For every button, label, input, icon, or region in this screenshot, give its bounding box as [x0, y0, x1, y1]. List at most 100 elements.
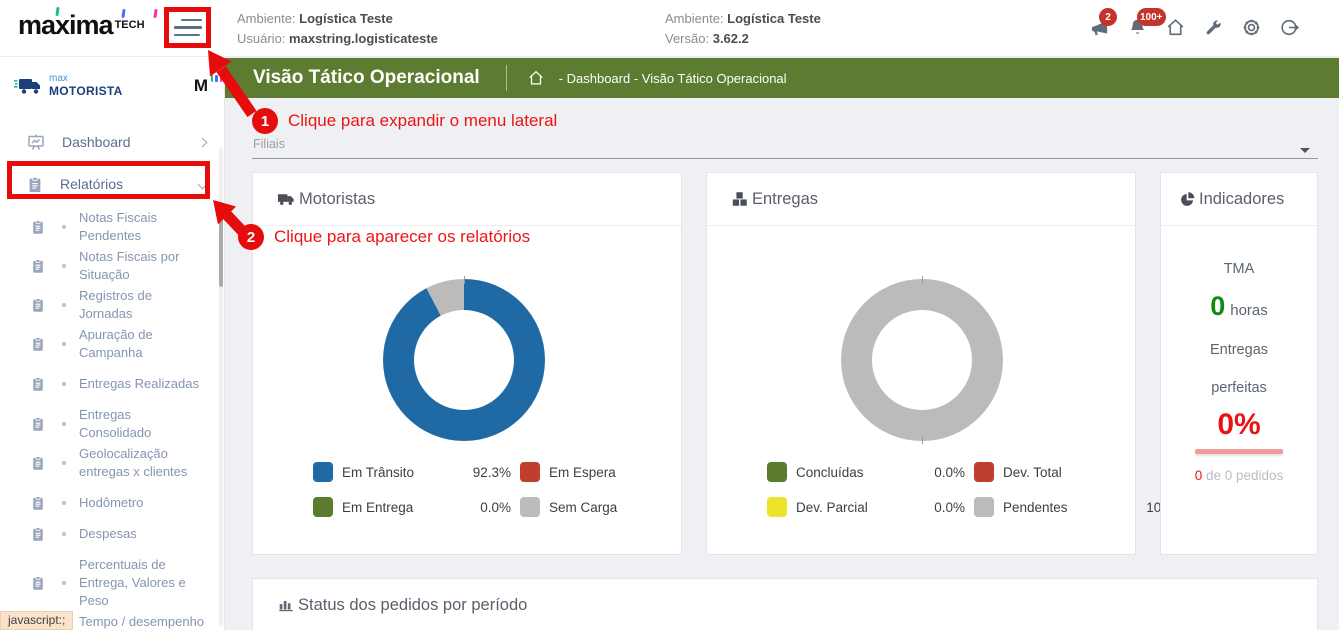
- legend-swatch: [313, 497, 333, 517]
- clipboard-icon: [33, 455, 43, 470]
- home-button[interactable]: [1163, 15, 1188, 40]
- chevron-down-icon: [197, 179, 208, 189]
- clipboard-icon: [33, 376, 43, 391]
- hamburger-menu-icon[interactable]: [173, 18, 202, 37]
- brand-accent-pink: [153, 8, 158, 19]
- entregas-card-header: Entregas: [707, 173, 1135, 226]
- legend-label: Dev. Parcial: [796, 499, 868, 515]
- gear-icon: [1243, 19, 1260, 36]
- versao-value: 3.62.2: [712, 31, 749, 46]
- logout-button[interactable]: [1277, 15, 1302, 40]
- tma-label: TMA: [1223, 261, 1255, 277]
- legend-value: 92.3%: [472, 464, 511, 480]
- legend-label: Em Entrega: [342, 499, 414, 515]
- filiais-select-underline[interactable]: [252, 158, 1318, 159]
- bullet-dot: [62, 381, 66, 386]
- legend-label: Concluídas: [796, 464, 864, 480]
- card-title: Indicadores: [1199, 189, 1285, 208]
- bullet-dot: [62, 224, 66, 229]
- versao-label: Versão:: [665, 31, 710, 46]
- breadcrumb: - Dashboard - Visão Tático Operacional: [558, 70, 787, 86]
- clipboard-icon: [33, 416, 43, 431]
- page-header: Visão Tático Operacional - Dashboard - V…: [225, 58, 1339, 98]
- clipboard-icon: [33, 219, 43, 234]
- bullet-dot: [62, 341, 66, 346]
- annotation-step-1: 1 Clique para expandir o menu lateral: [252, 108, 557, 134]
- sidebar-item-dashboard[interactable]: Dashboard: [0, 123, 224, 161]
- brand-accent-blue: [121, 8, 126, 19]
- breadcrumb-home-icon[interactable]: [527, 69, 545, 87]
- tma-value-row: 0 horas: [1161, 291, 1317, 322]
- legend-swatch: [767, 462, 787, 482]
- sidebar-scrollbar-thumb[interactable]: [219, 202, 223, 287]
- sidebar-subitem[interactable]: Geolocalização entregas x clientes: [0, 443, 218, 482]
- brand-tech: TECH: [114, 18, 145, 31]
- dashboard-icon: [28, 134, 44, 150]
- sidebar-submenu: Notas Fiscais Pendentes Notas Fiscais po…: [0, 207, 218, 630]
- legend-value: 0.0%: [934, 499, 965, 515]
- status-pedidos-card: Status dos pedidos por período: [252, 578, 1318, 630]
- truck-logo-icon: [14, 79, 40, 94]
- perfect-deliveries-label-2: perfeitas: [1211, 380, 1267, 396]
- entregas-legend: Concluídas 0.0% Dev. Total 0.0% Dev. Par…: [767, 462, 1192, 517]
- ambiente-label: Ambiente:: [237, 11, 296, 26]
- sidebar-logo-row: max MOTORISTA M: [14, 71, 223, 101]
- card-title: Status dos pedidos por período: [298, 595, 528, 614]
- ambiente2-label: Ambiente:: [665, 11, 724, 26]
- main-content: Visão Tático Operacional - Dashboard - V…: [225, 57, 1339, 630]
- chart-tick: [921, 436, 923, 444]
- card-title: Entregas: [752, 189, 819, 208]
- max-motorista-logo: max MOTORISTA: [14, 74, 123, 98]
- bullet-dot: [62, 263, 66, 268]
- logo-name: MOTORISTA: [49, 84, 123, 98]
- percent-underline-bar: [1195, 449, 1283, 454]
- filiais-dropdown-caret-icon[interactable]: [1300, 148, 1310, 153]
- bullet-dot: [62, 460, 66, 465]
- perfect-deliveries-detail: 0 de 0 pedidos: [1194, 468, 1284, 483]
- clipboard-icon: [33, 495, 43, 510]
- home-icon: [1167, 19, 1184, 36]
- notifications-button[interactable]: 100+: [1125, 8, 1166, 40]
- chart-tick: [463, 276, 465, 284]
- header-divider: [505, 65, 507, 91]
- ambiente2-value: Logística Teste: [727, 11, 821, 26]
- pie-chart-icon: [1181, 191, 1195, 206]
- tools-button[interactable]: [1201, 15, 1226, 40]
- sidebar-subitem[interactable]: Registros de Jornadas: [0, 285, 218, 324]
- sidebar-subitem[interactable]: Notas Fiscais Pendentes: [0, 207, 218, 246]
- tma-value: 0: [1210, 291, 1226, 321]
- sidebar-subitem[interactable]: Notas Fiscais por Situação: [0, 246, 218, 285]
- sidebar-item-relatorios[interactable]: Relatórios: [0, 165, 224, 203]
- sidebar-toggle-highlight-box: [164, 7, 211, 48]
- sidebar-subitem[interactable]: Percentuais de Entrega, Valores e Peso: [0, 554, 218, 611]
- filiais-select-label: Filiais: [253, 137, 285, 151]
- legend-swatch: [520, 462, 540, 482]
- sidebar-subitem-label: Percentuais de Entrega, Valores e Peso: [79, 556, 186, 608]
- sidebar-subitem-label: Notas Fiscais Pendentes: [79, 209, 158, 243]
- mini-m-logo: M: [194, 75, 223, 96]
- motoristas-card-header: Motoristas: [253, 173, 681, 226]
- sidebar-subitem-label: Entregas Realizadas: [79, 375, 199, 391]
- sidebar-subitem[interactable]: Entregas Consolidado: [0, 404, 218, 443]
- sidebar-subitem[interactable]: Despesas: [0, 523, 218, 544]
- entregas-donut-chart: [841, 276, 1003, 444]
- sidebar-subitem-label: Entregas Consolidado: [79, 406, 152, 440]
- clipboard-icon: [33, 575, 43, 590]
- sidebar-subitem-label: Registros de Jornadas: [79, 287, 152, 321]
- bar-chart-icon: [279, 600, 293, 612]
- step-1-text: Clique para expandir o menu lateral: [288, 111, 558, 130]
- announcements-button[interactable]: 2: [1087, 8, 1117, 40]
- sidebar-subitem-label: Despesas: [79, 525, 137, 541]
- tma-unit: horas: [1230, 302, 1268, 319]
- sidebar-subitem-label: Tempo / desempenho motorista: [79, 613, 205, 629]
- sidebar-item-label: Dashboard: [62, 134, 131, 150]
- announcements-badge: 2: [1099, 8, 1117, 26]
- sidebar-subitem[interactable]: Entregas Realizadas: [0, 373, 218, 394]
- sidebar-item-label: Relatórios: [60, 176, 124, 192]
- sidebar: max MOTORISTA M Dashboard Relatórios Not…: [0, 57, 225, 630]
- sidebar-subitem[interactable]: Hodômetro: [0, 492, 218, 513]
- card-title: Motoristas: [299, 189, 376, 208]
- sidebar-subitem[interactable]: Apuração de Campanha: [0, 324, 218, 363]
- settings-button[interactable]: [1239, 15, 1264, 40]
- step-1-circle: 1: [252, 108, 278, 134]
